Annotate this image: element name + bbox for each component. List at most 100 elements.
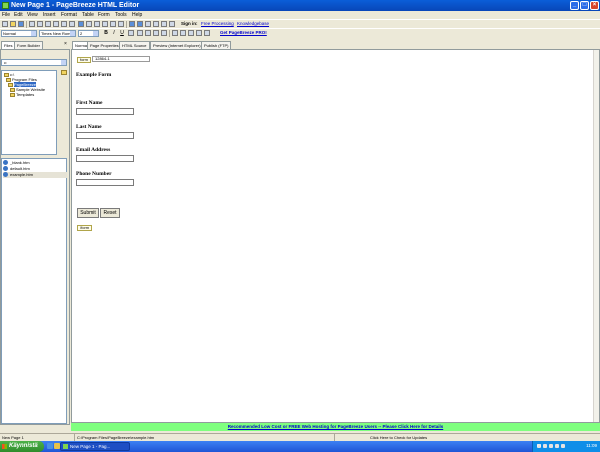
align-right-icon[interactable]: [153, 30, 159, 36]
back-arrow-icon[interactable]: [129, 21, 135, 27]
new-page-icon[interactable]: [2, 21, 8, 27]
text-color-icon[interactable]: [128, 30, 134, 36]
window-title: New Page 1 - PageBreeze HTML Editor: [11, 2, 140, 9]
hosting-ad-bar[interactable]: Recommended Low Cost or FREE Web Hosting…: [71, 423, 600, 431]
windows-logo-icon: [2, 444, 7, 449]
taskbar: Käynnistä New Page 1 - Pag... 11:09: [0, 441, 600, 452]
file-item-selected[interactable]: example.htm: [3, 172, 67, 178]
menu-table[interactable]: Table: [82, 12, 94, 18]
left-panel-tabs: Files Form Builder: [0, 40, 70, 49]
insert-table-icon[interactable]: [86, 21, 92, 27]
maximize-button[interactable]: □: [580, 1, 589, 10]
standard-toolbar: Sign in: Free Processing Knowledgebase: [0, 19, 600, 28]
copy-icon[interactable]: [45, 21, 51, 27]
tray-volume-icon[interactable]: [543, 444, 547, 448]
print-icon[interactable]: [29, 21, 35, 27]
menu-format[interactable]: Format: [61, 12, 77, 18]
insert-form-icon[interactable]: [94, 21, 100, 27]
tab-page-properties[interactable]: Page Properties: [87, 41, 122, 49]
new-folder-icon[interactable]: [61, 70, 67, 75]
free-processing-link[interactable]: Free Processing: [201, 21, 234, 27]
stop-icon[interactable]: [145, 21, 151, 27]
justify-icon[interactable]: [161, 30, 167, 36]
folder-item[interactable]: Templates: [10, 92, 34, 97]
start-button[interactable]: Käynnistä: [0, 441, 44, 452]
italic-button[interactable]: I: [111, 30, 117, 37]
tab-preview[interactable]: Preview (Internet Explorer): [150, 41, 204, 49]
tray-app-icon[interactable]: [561, 444, 565, 448]
first-name-input[interactable]: [76, 108, 134, 115]
menu-help[interactable]: Help: [132, 12, 142, 18]
phone-number-input[interactable]: [76, 179, 134, 186]
status-page-name: New Page 1: [2, 435, 24, 440]
hyperlink-icon[interactable]: [161, 21, 167, 27]
folder-tree[interactable]: c:\ Program Files PageBreeze Sample Webs…: [1, 70, 57, 155]
knowledgebase-link[interactable]: Knowledgebase: [237, 21, 269, 27]
close-button[interactable]: ×: [590, 1, 599, 10]
taskbar-item-pagebreeze[interactable]: New Page 1 - Pag...: [60, 442, 130, 451]
tab-html-source[interactable]: HTML Source: [119, 41, 150, 49]
language-indicator[interactable]: FI: [537, 442, 541, 450]
editor-canvas[interactable]: [71, 49, 600, 423]
align-center-icon[interactable]: [145, 30, 151, 36]
refresh-icon[interactable]: [153, 21, 159, 27]
font-family-select[interactable]: Times New Roma: [39, 30, 76, 37]
paste-icon[interactable]: [53, 21, 59, 27]
insert-rule-icon[interactable]: [110, 21, 116, 27]
bold-button[interactable]: B: [103, 30, 109, 37]
underline-button[interactable]: U: [119, 30, 125, 37]
get-pagebreeze-pro-link[interactable]: Get PageBreeze PRO!: [220, 30, 267, 36]
check-updates-link[interactable]: Click Here to Check for Updates: [370, 434, 427, 441]
bullet-list-icon[interactable]: [180, 30, 186, 36]
menu-file[interactable]: File: [2, 12, 10, 18]
status-bar: New Page 1 C:\Program Files\PageBreeze\e…: [0, 433, 600, 442]
last-name-input[interactable]: [76, 132, 134, 139]
quicklaunch-browser-icon[interactable]: [47, 443, 53, 449]
font-size-select[interactable]: 2: [78, 30, 99, 37]
indent-icon[interactable]: [196, 30, 202, 36]
vertical-scrollbar[interactable]: [593, 50, 599, 422]
cut-icon[interactable]: [37, 21, 43, 27]
tray-security-icon[interactable]: [549, 444, 553, 448]
numbered-list-icon[interactable]: [172, 30, 178, 36]
form-end-tag[interactable]: /form: [77, 225, 93, 231]
highlight-icon[interactable]: [204, 30, 210, 36]
form-start-tag[interactable]: form: [77, 57, 91, 63]
title-bar[interactable]: New Page 1 - PageBreeze HTML Editor _ □ …: [0, 0, 600, 11]
paragraph-style-select[interactable]: Normal: [1, 30, 37, 37]
tab-form-builder[interactable]: Form Builder: [14, 41, 43, 49]
menu-form[interactable]: Form: [98, 12, 110, 18]
first-name-label: First Name: [76, 100, 103, 106]
minimize-button[interactable]: _: [570, 1, 579, 10]
tab-publish[interactable]: Publish (FTP): [201, 41, 232, 49]
html-file-icon: [3, 172, 8, 178]
menu-tools[interactable]: Tools: [115, 12, 127, 18]
open-folder-icon[interactable]: [10, 21, 16, 27]
align-left-icon[interactable]: [137, 30, 143, 36]
replace-icon[interactable]: [69, 21, 75, 27]
drive-select[interactable]: c:: [1, 59, 67, 66]
paragraph-icon[interactable]: [169, 21, 175, 27]
outdent-icon[interactable]: [188, 30, 194, 36]
insert-image-icon[interactable]: [78, 21, 84, 27]
menu-edit[interactable]: Edit: [14, 12, 23, 18]
close-panel-icon[interactable]: ×: [64, 41, 67, 47]
tray-update-icon[interactable]: [555, 444, 559, 448]
forward-arrow-icon[interactable]: [137, 21, 143, 27]
hidden-field[interactable]: 12864-1: [92, 56, 150, 62]
menu-view[interactable]: View: [27, 12, 38, 18]
insert-link-icon[interactable]: [102, 21, 108, 27]
menu-insert[interactable]: Insert: [43, 12, 56, 18]
email-address-input[interactable]: [76, 155, 134, 162]
file-list[interactable]: _blank.htm default.htm example.htm: [1, 158, 67, 424]
html-file-icon: [3, 166, 8, 172]
reset-button[interactable]: Reset: [100, 208, 120, 218]
save-icon[interactable]: [18, 21, 24, 27]
special-char-icon[interactable]: [118, 21, 124, 27]
email-address-label: Email Address: [76, 147, 111, 153]
find-icon[interactable]: [61, 21, 67, 27]
submit-button[interactable]: Submit: [77, 208, 99, 218]
hosting-ad-link[interactable]: Recommended Low Cost or FREE Web Hosting…: [228, 424, 443, 429]
form-heading: Example Form: [76, 72, 112, 78]
toolbar-separator: [26, 21, 27, 28]
